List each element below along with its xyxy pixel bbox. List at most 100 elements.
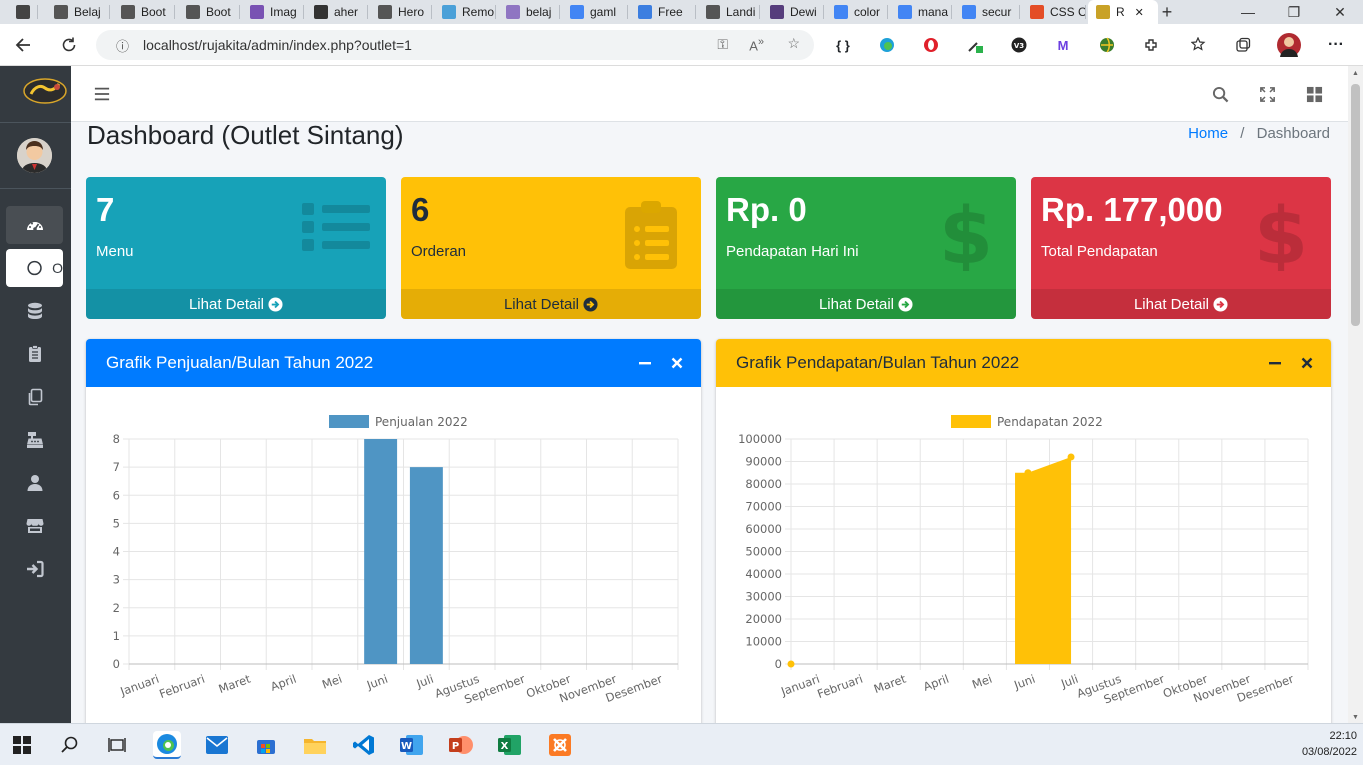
excel-icon[interactable]: X xyxy=(496,731,524,759)
sidebar-item-logout[interactable] xyxy=(6,550,63,588)
breadcrumb-home-link[interactable]: Home xyxy=(1188,125,1228,142)
browser-tab[interactable]: Belaj xyxy=(46,0,110,24)
search-icon[interactable] xyxy=(56,731,84,759)
windows-start-icon[interactable] xyxy=(8,731,36,759)
y-tick-label: 40000 xyxy=(745,567,782,581)
sidebar-item-users[interactable] xyxy=(6,464,63,502)
browser-tab[interactable]: aher xyxy=(306,0,368,24)
browser-tab[interactable]: mana xyxy=(890,0,952,24)
lihat-detail-link[interactable]: Lihat Detail xyxy=(401,289,701,319)
free-icon xyxy=(638,5,652,19)
collapse-icon[interactable] xyxy=(1266,354,1284,372)
vpn-extension-icon[interactable]: V3 xyxy=(1010,36,1028,54)
edge-extension-icon[interactable] xyxy=(878,36,896,54)
stat-label: Orderan xyxy=(411,243,467,260)
info-icon[interactable]: ⓘ xyxy=(116,36,129,55)
eyedropper-extension-icon[interactable] xyxy=(966,36,984,54)
powerpoint-icon[interactable]: P xyxy=(447,731,475,759)
scrollbar-thumb[interactable] xyxy=(1351,84,1360,326)
browser-tab[interactable]: R ✕ xyxy=(1088,0,1158,24)
browser-tab[interactable]: Boot xyxy=(178,0,240,24)
favorite-add-icon[interactable]: ☆ xyxy=(787,35,800,52)
back-icon[interactable] xyxy=(14,35,34,55)
browser-tab-label: Dewi xyxy=(790,5,817,19)
browser-tab[interactable] xyxy=(8,0,38,24)
key-icon[interactable]: ⚿ xyxy=(717,36,728,53)
stat-value: 7 xyxy=(96,191,115,228)
system-clock[interactable]: 22:10 03/08/2022 xyxy=(1302,728,1357,760)
close-icon[interactable] xyxy=(1298,354,1316,372)
sidebar-item-outlet[interactable]: O xyxy=(6,249,63,287)
sidebar-item-copy[interactable] xyxy=(6,378,63,416)
favorites-icon[interactable] xyxy=(1190,36,1208,54)
browser-tab[interactable]: Remo xyxy=(434,0,496,24)
json-extension-icon[interactable]: { } xyxy=(834,36,852,54)
browser-tab[interactable]: secur xyxy=(954,0,1020,24)
tab-separator xyxy=(695,5,696,19)
minimize-icon[interactable]: — xyxy=(1225,0,1271,24)
card-title: Grafik Pendapatan/Bulan Tahun 2022 xyxy=(736,353,1020,372)
sidebar-item-cashier[interactable] xyxy=(6,421,63,459)
browser-tab[interactable]: CSS C xyxy=(1022,0,1086,24)
close-window-icon[interactable]: ✕ xyxy=(1317,0,1363,24)
word-icon[interactable]: W xyxy=(398,731,426,759)
lihat-detail-label: Lihat Detail xyxy=(818,295,895,313)
browser-tab[interactable]: color xyxy=(826,0,888,24)
store-icon[interactable] xyxy=(252,731,280,759)
browser-tab[interactable]: Dewi xyxy=(762,0,824,24)
legend-label: Pendapatan 2022 xyxy=(997,415,1103,429)
reload-icon[interactable] xyxy=(59,35,79,55)
tab-separator xyxy=(759,5,760,19)
browser-tab[interactable]: Free xyxy=(630,0,696,24)
lihat-detail-link[interactable]: Lihat Detail xyxy=(716,289,1016,319)
scroll-up-icon[interactable]: ▲ xyxy=(1352,70,1359,77)
tab-separator xyxy=(951,5,952,19)
browser-address-bar: ⓘ localhost/rujakita/admin/index.php?out… xyxy=(0,24,1363,66)
lihat-detail-link[interactable]: Lihat Detail xyxy=(86,289,386,319)
file-explorer-icon[interactable] xyxy=(301,731,329,759)
browser-tab[interactable]: Imag xyxy=(242,0,304,24)
sidebar-item-database[interactable] xyxy=(6,292,63,330)
xampp-icon[interactable] xyxy=(546,731,574,759)
page-icon xyxy=(121,5,135,19)
user-avatar[interactable] xyxy=(17,138,52,173)
sidebar-item-orders[interactable] xyxy=(6,335,63,373)
search-icon[interactable] xyxy=(1211,85,1229,103)
profile-avatar[interactable] xyxy=(1277,33,1301,57)
edge-taskbar-icon[interactable] xyxy=(153,731,181,759)
browser-tab[interactable]: Hero xyxy=(370,0,432,24)
collections-icon[interactable] xyxy=(1234,36,1252,54)
close-icon[interactable] xyxy=(668,354,686,372)
close-tab-icon[interactable]: ✕ xyxy=(1135,6,1144,19)
m-extension-icon[interactable]: M xyxy=(1054,36,1072,54)
new-tab-icon[interactable]: + xyxy=(1150,0,1184,24)
rujakita-logo[interactable] xyxy=(23,78,67,104)
more-menu-icon[interactable]: ··· xyxy=(1327,36,1345,54)
browser-tab[interactable]: Boot xyxy=(113,0,175,24)
legend-swatch xyxy=(329,415,369,428)
circle-icon xyxy=(27,260,42,276)
read-aloud-icon[interactable]: A» xyxy=(749,36,764,53)
extensions-icon[interactable] xyxy=(1142,36,1160,54)
scroll-down-icon[interactable]: ▼ xyxy=(1352,714,1359,721)
y-tick-label: 3 xyxy=(113,573,120,587)
vscode-icon[interactable] xyxy=(350,731,378,759)
browser-tab[interactable]: belaj xyxy=(498,0,560,24)
page-scrollbar[interactable]: ▲ ▼ xyxy=(1348,66,1363,723)
sidebar-item-outlets[interactable] xyxy=(6,507,63,545)
collapse-icon[interactable] xyxy=(636,354,654,372)
grid-apps-icon[interactable] xyxy=(1305,85,1323,103)
fullscreen-icon[interactable] xyxy=(1258,85,1276,103)
mail-icon[interactable] xyxy=(203,731,231,759)
restore-icon[interactable]: ❐ xyxy=(1271,0,1317,24)
url-field[interactable]: ⓘ localhost/rujakita/admin/index.php?out… xyxy=(96,30,814,60)
lihat-detail-link[interactable]: Lihat Detail xyxy=(1031,289,1331,319)
hamburger-menu-icon[interactable] xyxy=(93,85,111,103)
stat-value: Rp. 177,000 xyxy=(1041,191,1223,228)
browser-tab[interactable]: Landi xyxy=(698,0,760,24)
task-view-icon[interactable] xyxy=(103,731,131,759)
sidebar-item-dashboard[interactable] xyxy=(6,206,63,244)
globe-extension-icon[interactable] xyxy=(1098,36,1116,54)
opera-extension-icon[interactable] xyxy=(922,36,940,54)
browser-tab[interactable]: gaml xyxy=(562,0,628,24)
